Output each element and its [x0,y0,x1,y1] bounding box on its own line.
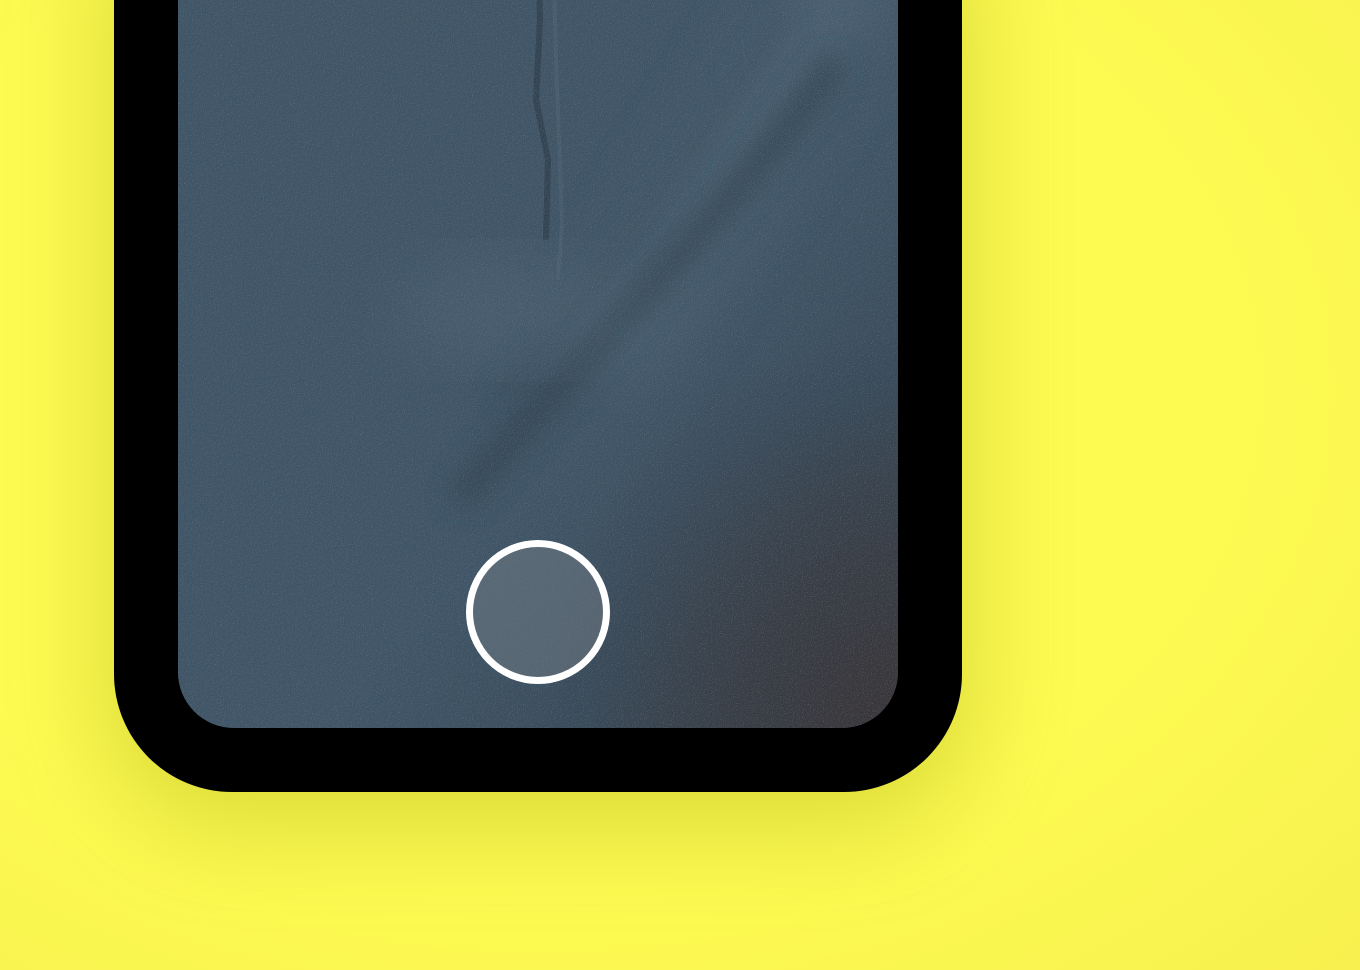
shutter-button[interactable] [466,540,610,684]
camera-viewfinder[interactable] [178,0,898,728]
phone-frame [114,0,962,792]
